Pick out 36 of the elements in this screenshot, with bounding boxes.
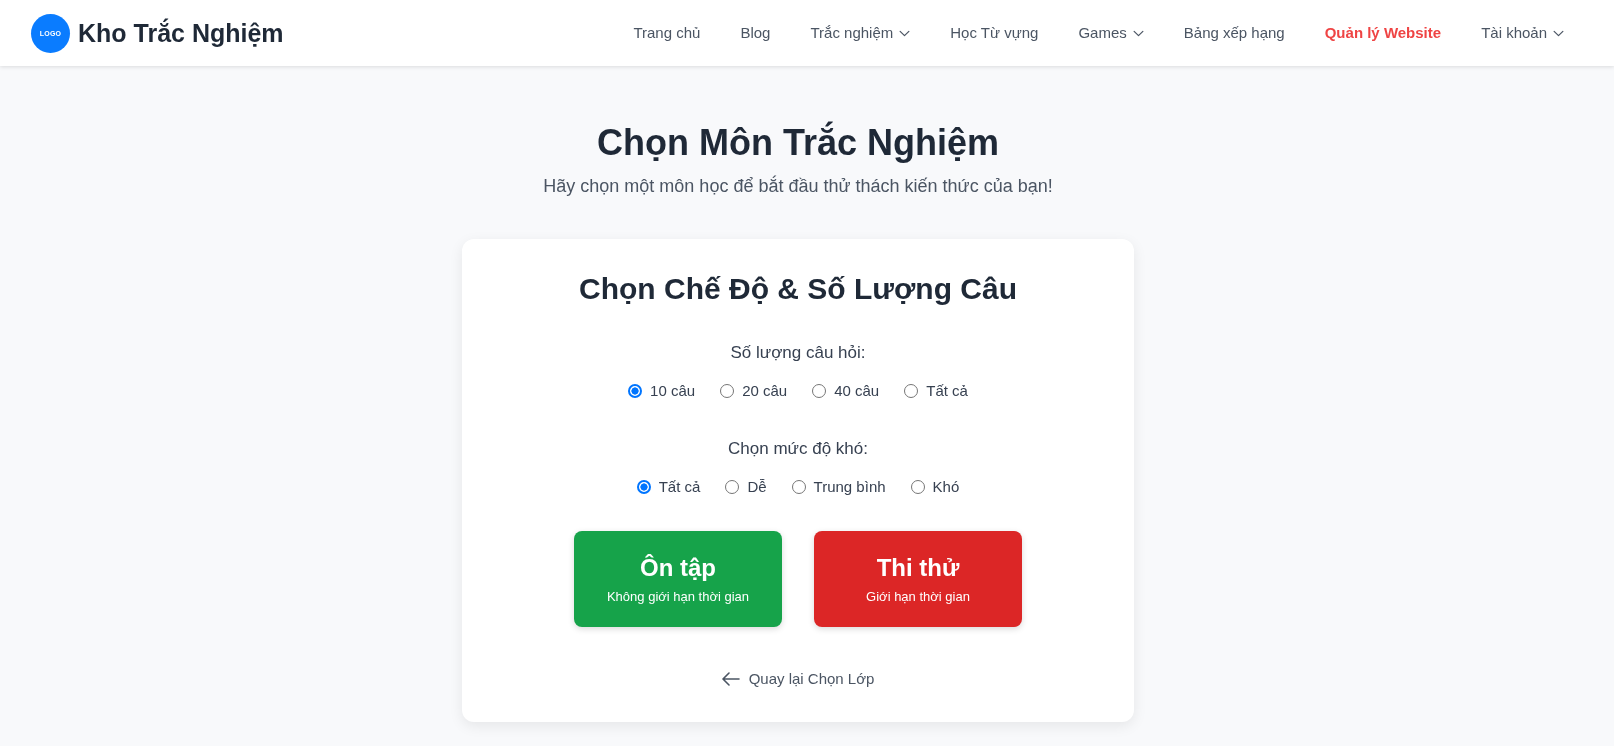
radio-button[interactable] (904, 384, 919, 398)
group-label: Chọn mức độ khó: (728, 438, 868, 460)
admin-nav-link[interactable]: Quản lý Website (1324, 22, 1442, 44)
nav-link[interactable]: Trang chủ (633, 22, 701, 44)
site-title-link[interactable]: Kho Trắc Nghiệm (78, 18, 284, 48)
option-label[interactable]: 10 câu (650, 379, 696, 403)
option-label[interactable]: 40 câu (834, 379, 880, 403)
radio-button[interactable] (636, 480, 651, 494)
chevron-down-icon (1553, 29, 1564, 37)
radio-button[interactable] (791, 480, 806, 494)
page-subtitle: Hãy chọn một môn học để bắt đầu thử thách kiến thức của bạn! (543, 174, 1053, 198)
option-label[interactable]: Trung bình (813, 475, 886, 499)
option-label[interactable]: Tất cả (926, 379, 968, 403)
nav-link[interactable]: Blog (740, 22, 771, 44)
card-heading: Chọn Chế Độ & Số Lượng Câu (579, 271, 1017, 307)
nav-dropdown[interactable]: Trắc nghiệm (810, 22, 911, 44)
option-label[interactable]: Khó (932, 475, 960, 499)
option-label[interactable]: Tất cả (658, 475, 701, 499)
back-link[interactable]: Quay lại Chọn Lớp (721, 667, 875, 691)
chevron-down-icon (899, 29, 911, 37)
nav-link[interactable]: Học Từ vựng (950, 22, 1039, 44)
nav-dropdown[interactable]: Tài khoản (1481, 22, 1564, 44)
radio-button[interactable] (720, 384, 735, 398)
radio-button[interactable] (812, 384, 827, 398)
chevron-down-icon (1132, 29, 1144, 37)
nav-dropdown[interactable]: Games (1078, 22, 1144, 44)
option-label[interactable]: Dễ (747, 475, 767, 499)
nav-link[interactable]: Bảng xếp hạng (1183, 22, 1285, 44)
radio-button[interactable] (628, 384, 643, 398)
page-title: Chọn Môn Trắc Nghiệm (597, 121, 999, 165)
option-label[interactable]: 20 câu (742, 379, 788, 403)
mode-button[interactable]: Thi thử Giới hạn thời gian (814, 531, 1022, 627)
group-label: Số lượng câu hỏi: (730, 342, 866, 364)
arrow-left-icon (721, 672, 740, 686)
radio-button[interactable] (910, 480, 925, 494)
radio-button[interactable] (725, 480, 740, 494)
